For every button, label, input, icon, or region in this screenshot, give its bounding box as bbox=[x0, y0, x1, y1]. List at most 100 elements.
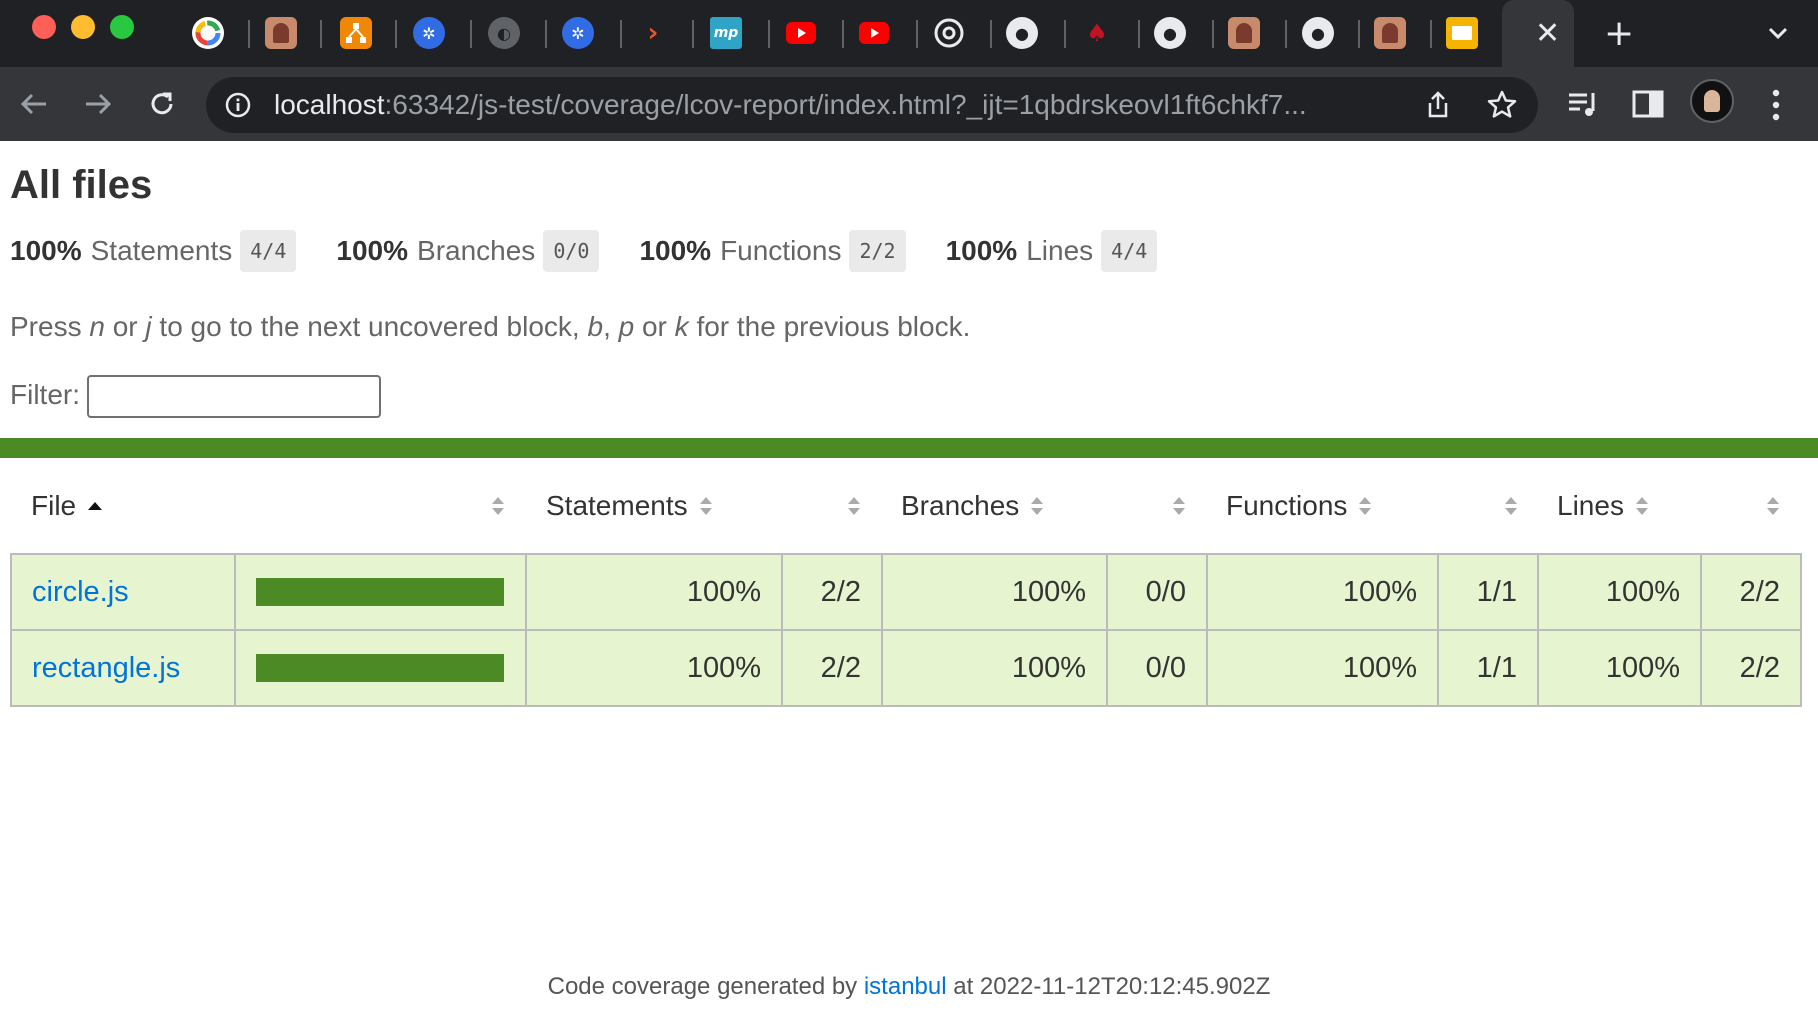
coverage-bar bbox=[256, 654, 504, 682]
coverage-report-page: All files 100% Statements 4/4 100% Branc… bbox=[0, 141, 1818, 1016]
chrome-icon bbox=[934, 18, 964, 48]
tab-globe[interactable]: ◐ bbox=[488, 17, 520, 49]
hint-text: or bbox=[104, 311, 146, 342]
filter-input[interactable] bbox=[87, 375, 381, 418]
table-row: circle.js 100% 2/2 100% 0/0 100% 1/1 100… bbox=[10, 553, 1802, 631]
page-title: All files bbox=[10, 163, 153, 207]
window-minimize-button[interactable] bbox=[71, 15, 95, 39]
reload-icon[interactable] bbox=[144, 86, 180, 122]
sort-ascending-icon bbox=[88, 502, 103, 510]
tab-kubernetes-2[interactable]: ✲ bbox=[562, 17, 594, 49]
tab-separator bbox=[320, 20, 322, 48]
media-queue-icon[interactable] bbox=[1565, 86, 1601, 122]
url-text[interactable]: localhost:63342/js-test/coverage/lcov-re… bbox=[274, 90, 1394, 120]
sort-icon bbox=[1031, 497, 1044, 515]
tab-jest[interactable]: ♠ bbox=[1081, 17, 1113, 49]
address-bar[interactable]: localhost:63342/js-test/coverage/lcov-re… bbox=[206, 77, 1538, 133]
tab-kubernetes-1[interactable]: ✲ bbox=[413, 17, 445, 49]
browser-toolbar: localhost:63342/js-test/coverage/lcov-re… bbox=[0, 67, 1818, 141]
column-header-lines[interactable]: Lines bbox=[1557, 481, 1650, 531]
column-header-label: File bbox=[31, 490, 77, 521]
kubernetes-icon: ✲ bbox=[422, 23, 436, 43]
tab-github-3[interactable]: ● bbox=[1302, 17, 1334, 49]
coverage-bar-cell bbox=[234, 553, 527, 631]
more-menu-icon[interactable] bbox=[1768, 85, 1784, 125]
active-tab[interactable]: ✕ bbox=[1502, 0, 1574, 67]
tab-chrome[interactable] bbox=[933, 17, 965, 49]
summary-pct: 100% bbox=[945, 235, 1018, 266]
browser-tabstrip: ✲ ◐ ✲ › mp ● ♠ ● ● ✕ + bbox=[0, 0, 1818, 67]
tab-separator bbox=[1138, 20, 1140, 48]
statements-count-cell: 2/2 bbox=[781, 553, 883, 631]
file-link[interactable]: rectangle.js bbox=[32, 652, 180, 684]
tab-mp[interactable]: mp bbox=[710, 17, 742, 49]
tab-youtube-1[interactable] bbox=[785, 17, 817, 49]
column-header-label: Statements bbox=[546, 490, 688, 521]
close-tab-icon[interactable]: ✕ bbox=[1535, 14, 1560, 54]
tab-github-2[interactable]: ● bbox=[1154, 17, 1186, 49]
tab-search-chevron-down-icon[interactable] bbox=[1765, 20, 1791, 46]
side-panel-icon[interactable] bbox=[1630, 86, 1666, 122]
table-header: File Statements Branches Functions Lines bbox=[10, 481, 1800, 531]
tab-github-1[interactable]: ● bbox=[1006, 17, 1038, 49]
new-tab-button[interactable]: + bbox=[1604, 14, 1634, 54]
github-icon: ● bbox=[1015, 23, 1029, 43]
profile-avatar[interactable] bbox=[1690, 79, 1734, 123]
profile-photo-icon bbox=[1382, 23, 1398, 43]
coverage-summary: 100% Statements 4/4 100% Branches 0/0 10… bbox=[10, 229, 1197, 273]
summary-branches: 100% Branches 0/0 bbox=[336, 230, 600, 272]
sort-icon[interactable] bbox=[1503, 494, 1519, 518]
tab-profile-3[interactable] bbox=[1374, 17, 1406, 49]
istanbul-link[interactable]: istanbul bbox=[864, 973, 947, 1000]
lines-count-cell: 2/2 bbox=[1700, 553, 1802, 631]
sort-icon[interactable] bbox=[1765, 494, 1781, 518]
tab-terminal[interactable]: › bbox=[637, 17, 669, 49]
tab-youtube-2[interactable] bbox=[858, 17, 890, 49]
statements-pct-cell: 100% bbox=[525, 629, 783, 707]
sort-icon[interactable] bbox=[490, 494, 506, 518]
sort-icon[interactable] bbox=[846, 494, 862, 518]
tab-separator bbox=[1212, 20, 1214, 48]
summary-label: Lines bbox=[1026, 235, 1094, 266]
tab-profile-2[interactable] bbox=[1228, 17, 1260, 49]
coverage-bar bbox=[256, 578, 504, 606]
column-header-file[interactable]: File bbox=[31, 481, 104, 531]
avatar-icon bbox=[1704, 90, 1720, 112]
column-header-label: Branches bbox=[901, 490, 1020, 521]
lines-pct-cell: 100% bbox=[1537, 553, 1702, 631]
google-icon bbox=[195, 20, 221, 46]
window-zoom-button[interactable] bbox=[110, 15, 134, 39]
column-header-branches[interactable]: Branches bbox=[901, 481, 1045, 531]
window-close-button[interactable] bbox=[32, 15, 56, 39]
branches-count-cell: 0/0 bbox=[1106, 553, 1208, 631]
summary-pct: 100% bbox=[10, 235, 82, 266]
tab-slides[interactable] bbox=[1446, 17, 1478, 49]
hint-text: or bbox=[634, 311, 675, 342]
tab-separator bbox=[248, 20, 250, 48]
functions-count-cell: 1/1 bbox=[1437, 629, 1539, 707]
tab-drawio[interactable] bbox=[340, 17, 372, 49]
tab-separator bbox=[620, 20, 622, 48]
tab-google[interactable] bbox=[192, 17, 224, 49]
jest-icon: ♠ bbox=[1086, 19, 1108, 47]
file-cell: rectangle.js bbox=[10, 629, 236, 707]
bookmark-star-icon[interactable] bbox=[1486, 89, 1518, 121]
profile-photo-icon bbox=[1236, 23, 1252, 43]
column-header-statements[interactable]: Statements bbox=[546, 481, 714, 531]
site-info-icon[interactable] bbox=[224, 91, 252, 119]
coverage-table: circle.js 100% 2/2 100% 0/0 100% 1/1 100… bbox=[10, 553, 1802, 707]
summary-statements: 100% Statements 4/4 bbox=[10, 230, 297, 272]
column-header-functions[interactable]: Functions bbox=[1226, 481, 1373, 531]
file-link[interactable]: circle.js bbox=[32, 576, 129, 608]
github-icon: ● bbox=[1311, 23, 1325, 43]
summary-fraction: 4/4 bbox=[1101, 230, 1158, 272]
summary-lines: 100% Lines 4/4 bbox=[946, 230, 1158, 272]
back-arrow-icon[interactable] bbox=[16, 86, 52, 122]
share-icon[interactable] bbox=[1422, 89, 1454, 121]
sort-icon[interactable] bbox=[1171, 494, 1187, 518]
summary-fraction: 2/2 bbox=[849, 230, 906, 272]
github-icon: ● bbox=[1163, 23, 1177, 43]
forward-arrow-icon[interactable] bbox=[80, 86, 116, 122]
profile-photo-icon bbox=[273, 23, 289, 43]
tab-profile-1[interactable] bbox=[265, 17, 297, 49]
